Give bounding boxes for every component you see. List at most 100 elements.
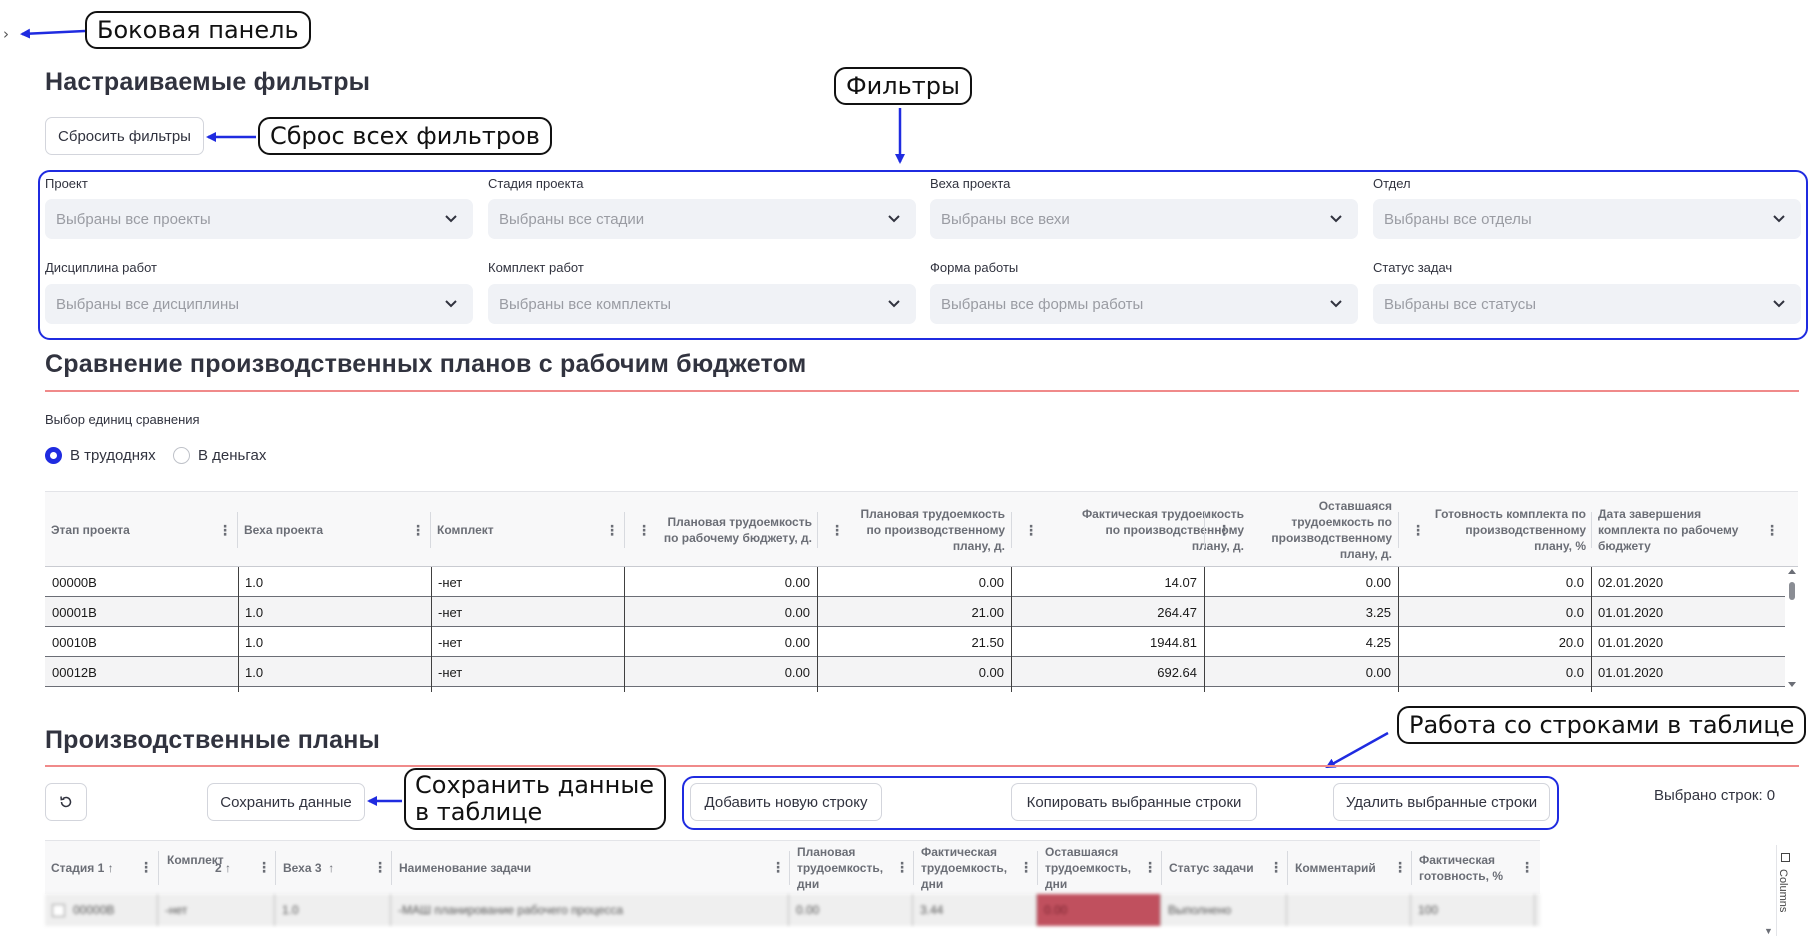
- col-header-actual[interactable]: Фактическая трудоемкость, дни: [921, 844, 1021, 892]
- col-header-milestone[interactable]: Веха проекта: [238, 492, 408, 567]
- cell-milestone: 1.0: [245, 664, 264, 680]
- col-header-task-status[interactable]: Статус задачи: [1169, 861, 1254, 875]
- col-header-planned[interactable]: Плановая трудоемкость, дни: [797, 844, 895, 892]
- column-menu-icon[interactable]: ⋮: [1520, 859, 1534, 876]
- col-header-remaining[interactable]: Оставшаяся трудоемкость, дни: [1045, 844, 1145, 892]
- column-separator[interactable]: [817, 512, 818, 548]
- column-menu-icon[interactable]: ⋮: [411, 522, 425, 539]
- filter-select-task-status[interactable]: Выбраны все статусы: [1373, 284, 1801, 324]
- scroll-down-icon[interactable]: ▼: [1764, 926, 1773, 936]
- table-row[interactable]: 00010B 1.0 -нет 0.00 21.50 1944.81 4.25 …: [45, 627, 1785, 657]
- filter-select-milestone[interactable]: Выбраны все вехи: [930, 199, 1358, 239]
- column-separator[interactable]: [1161, 851, 1162, 885]
- table-row[interactable]: 00000B 1.0 -нет 0.00 0.00 14.07 0.00 0.0…: [45, 567, 1785, 597]
- col-header-set-sort[interactable]: 2 ↑: [215, 861, 231, 875]
- comparison-scrollbar[interactable]: [1786, 566, 1798, 690]
- column-menu-icon[interactable]: ⋮: [218, 522, 232, 539]
- column-menu-icon[interactable]: ⋮: [1269, 859, 1283, 876]
- filter-label-department: Отдел: [1373, 176, 1411, 191]
- filter-select-discipline[interactable]: Выбраны все дисциплины: [45, 284, 473, 324]
- filter-select-work-set[interactable]: Выбраны все комплекты: [488, 284, 916, 324]
- radio-workdays[interactable]: В трудоднях: [45, 447, 156, 464]
- refresh-button[interactable]: [45, 783, 87, 821]
- comparison-table: Этап проекта ⋮ Веха проекта ⋮ Комплект ⋮…: [45, 491, 1798, 692]
- column-menu-icon[interactable]: ⋮: [139, 859, 153, 876]
- column-separator[interactable]: [1287, 851, 1288, 885]
- column-separator[interactable]: [1204, 512, 1205, 548]
- col-header-remaining[interactable]: Оставшаяся трудоемкость по производствен…: [1228, 492, 1398, 567]
- cell-readiness: 0.0: [1565, 664, 1584, 680]
- cell-set: -нет: [438, 664, 463, 680]
- cell-remaining: 0.00: [1365, 574, 1391, 590]
- column-menu-icon[interactable]: ⋮: [895, 859, 909, 876]
- units-label: Выбор единиц сравнения: [45, 412, 200, 427]
- row-select-cell[interactable]: 00000B: [45, 894, 158, 926]
- column-separator[interactable]: [913, 851, 914, 885]
- row-checkbox[interactable]: [52, 903, 65, 917]
- column-separator[interactable]: [158, 851, 159, 885]
- col-header-comment[interactable]: Комментарий: [1295, 861, 1376, 875]
- col-header-finish-date[interactable]: Дата завершения комплекта по рабочему бю…: [1592, 492, 1772, 567]
- cell-readiness: 0.0: [1565, 604, 1584, 620]
- filter-value-task-status: Выбраны все статусы: [1384, 295, 1536, 313]
- column-separator[interactable]: [391, 851, 392, 885]
- cell-planned: 0.00: [789, 894, 913, 926]
- column-separator[interactable]: [1398, 512, 1399, 548]
- cell-milestone: 1.0: [245, 574, 264, 590]
- column-separator[interactable]: [789, 851, 790, 885]
- column-separator[interactable]: [624, 512, 625, 548]
- columns-panel-tab[interactable]: Columns: [1776, 845, 1798, 936]
- column-separator[interactable]: [275, 851, 276, 885]
- cell-readiness: 20.0: [1558, 634, 1584, 650]
- column-menu-icon[interactable]: ⋮: [1024, 522, 1038, 539]
- cell-milestone: 1.0: [275, 894, 391, 926]
- save-data-button[interactable]: Сохранить данные: [207, 783, 365, 821]
- cell-remaining: 4.25: [1365, 634, 1391, 650]
- filter-select-work-form[interactable]: Выбраны все формы работы: [930, 284, 1358, 324]
- cell-stage: 00012B: [52, 664, 97, 680]
- filter-select-project[interactable]: Выбраны все проекты: [45, 199, 473, 239]
- col-header-stage[interactable]: Стадия 1 ↑: [51, 861, 114, 875]
- cell-plan-budget: 0.00: [784, 574, 810, 590]
- comparison-table-header: Этап проекта ⋮ Веха проекта ⋮ Комплект ⋮…: [45, 492, 1798, 567]
- filter-value-project: Выбраны все проекты: [56, 210, 211, 228]
- cell-actual: 3.44: [913, 894, 1037, 926]
- col-header-set[interactable]: Комплект: [167, 852, 224, 868]
- column-separator[interactable]: [1411, 851, 1412, 885]
- column-menu-icon[interactable]: ⋮: [257, 859, 271, 876]
- filter-select-department[interactable]: Выбраны все отделы: [1373, 199, 1801, 239]
- delete-rows-button[interactable]: Удалить выбранные строки: [1333, 783, 1550, 821]
- col-header-milestone[interactable]: Веха 3 ↑: [283, 861, 334, 875]
- add-row-button[interactable]: Добавить новую строку: [690, 783, 882, 821]
- cell-border: [1204, 687, 1205, 692]
- col-header-task-name[interactable]: Наименование задачи: [399, 861, 531, 875]
- copy-rows-button[interactable]: Копировать выбранные строки: [1011, 783, 1257, 821]
- filter-label-work-form: Форма работы: [930, 260, 1019, 275]
- column-menu-icon[interactable]: ⋮: [1143, 859, 1157, 876]
- cell-readiness: 0.0: [1565, 574, 1584, 590]
- column-menu-icon[interactable]: ⋮: [1765, 522, 1779, 539]
- column-separator[interactable]: [1011, 512, 1012, 548]
- radio-money[interactable]: В деньгах: [173, 447, 266, 464]
- columns-panel-label: Columns: [1777, 869, 1789, 913]
- cell-actual-production: 1944.81: [1150, 634, 1197, 650]
- table-row[interactable]: 00000B -нет 1.0 -МАШ планирование рабоче…: [45, 894, 1540, 926]
- table-row[interactable]: 00012B 1.0 -нет 0.00 0.00 692.64 0.00 0.…: [45, 657, 1785, 687]
- column-menu-icon[interactable]: ⋮: [1019, 859, 1033, 876]
- filter-select-stage[interactable]: Выбраны все стадии: [488, 199, 916, 239]
- col-header-readiness[interactable]: Готовность комплекта по производственном…: [1422, 492, 1592, 567]
- reset-filters-button[interactable]: Сбросить фильтры: [45, 117, 204, 155]
- col-header-plan-production[interactable]: Плановая трудоемкость по производственно…: [841, 492, 1011, 567]
- col-header-plan-budget[interactable]: Плановая трудоемкость по рабочему бюджет…: [648, 492, 818, 567]
- col-header-stage[interactable]: Этап проекта: [45, 492, 225, 567]
- column-menu-icon[interactable]: ⋮: [1393, 859, 1407, 876]
- col-header-set[interactable]: Комплект: [431, 492, 601, 567]
- col-header-actual-readiness[interactable]: Фактическая готовность, %: [1419, 852, 1519, 884]
- column-menu-icon[interactable]: ⋮: [605, 522, 619, 539]
- table-row[interactable]: 00001B 1.0 -нет 0.00 21.00 264.47 3.25 0…: [45, 597, 1785, 627]
- column-separator[interactable]: [1037, 851, 1038, 885]
- filter-value-work-form: Выбраны все формы работы: [941, 295, 1144, 313]
- column-menu-icon[interactable]: ⋮: [373, 859, 387, 876]
- column-menu-icon[interactable]: ⋮: [771, 859, 785, 876]
- sidebar-toggle-chevron-icon[interactable]: ›: [3, 25, 9, 43]
